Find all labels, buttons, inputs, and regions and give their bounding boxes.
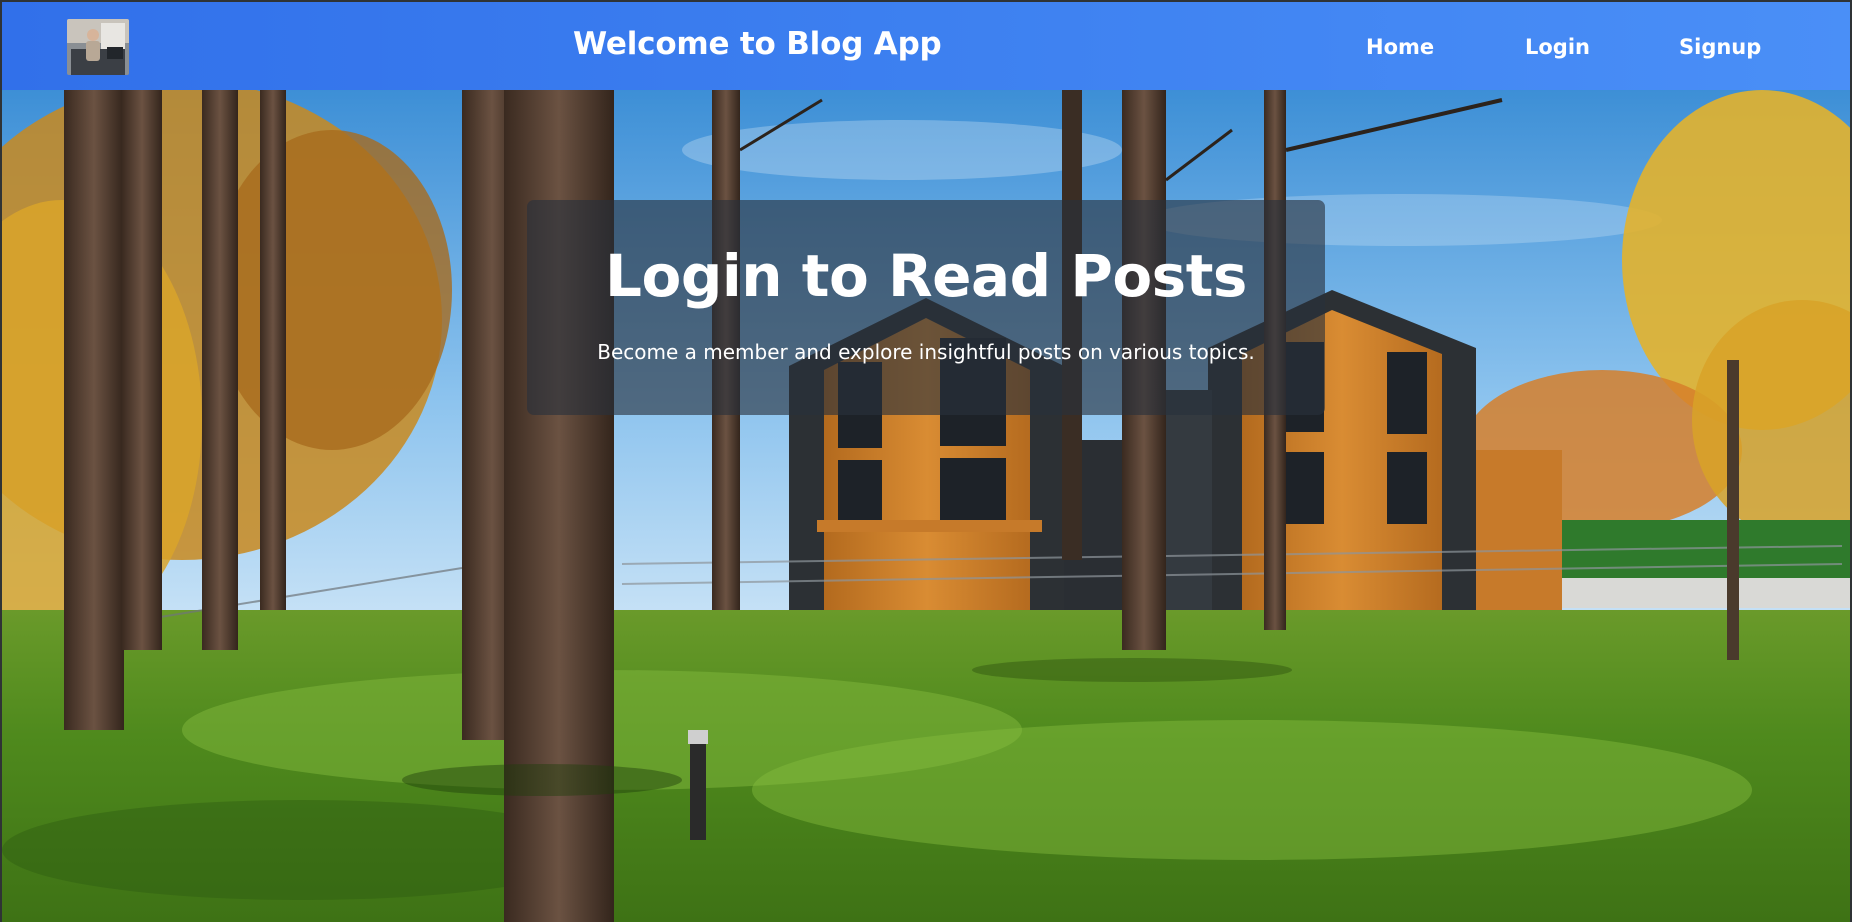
logo-avatar[interactable] xyxy=(67,19,129,75)
hero-section: Login to Read Posts Become a member and … xyxy=(2,90,1850,922)
hero-heading: Login to Read Posts xyxy=(605,242,1247,310)
hero-card: Login to Read Posts Become a member and … xyxy=(527,200,1325,415)
nav-link-signup[interactable]: Signup xyxy=(1679,35,1761,59)
logo-photo-icon xyxy=(67,19,129,75)
nav-link-home[interactable]: Home xyxy=(1366,35,1434,59)
app-title: Welcome to Blog App xyxy=(573,26,942,62)
navbar: Welcome to Blog App Home Login Signup xyxy=(2,2,1850,90)
browser-viewport: Welcome to Blog App Home Login Signup Lo… xyxy=(0,0,1852,922)
nav-link-login[interactable]: Login xyxy=(1525,35,1590,59)
hero-subheading: Become a member and explore insightful p… xyxy=(597,340,1255,364)
